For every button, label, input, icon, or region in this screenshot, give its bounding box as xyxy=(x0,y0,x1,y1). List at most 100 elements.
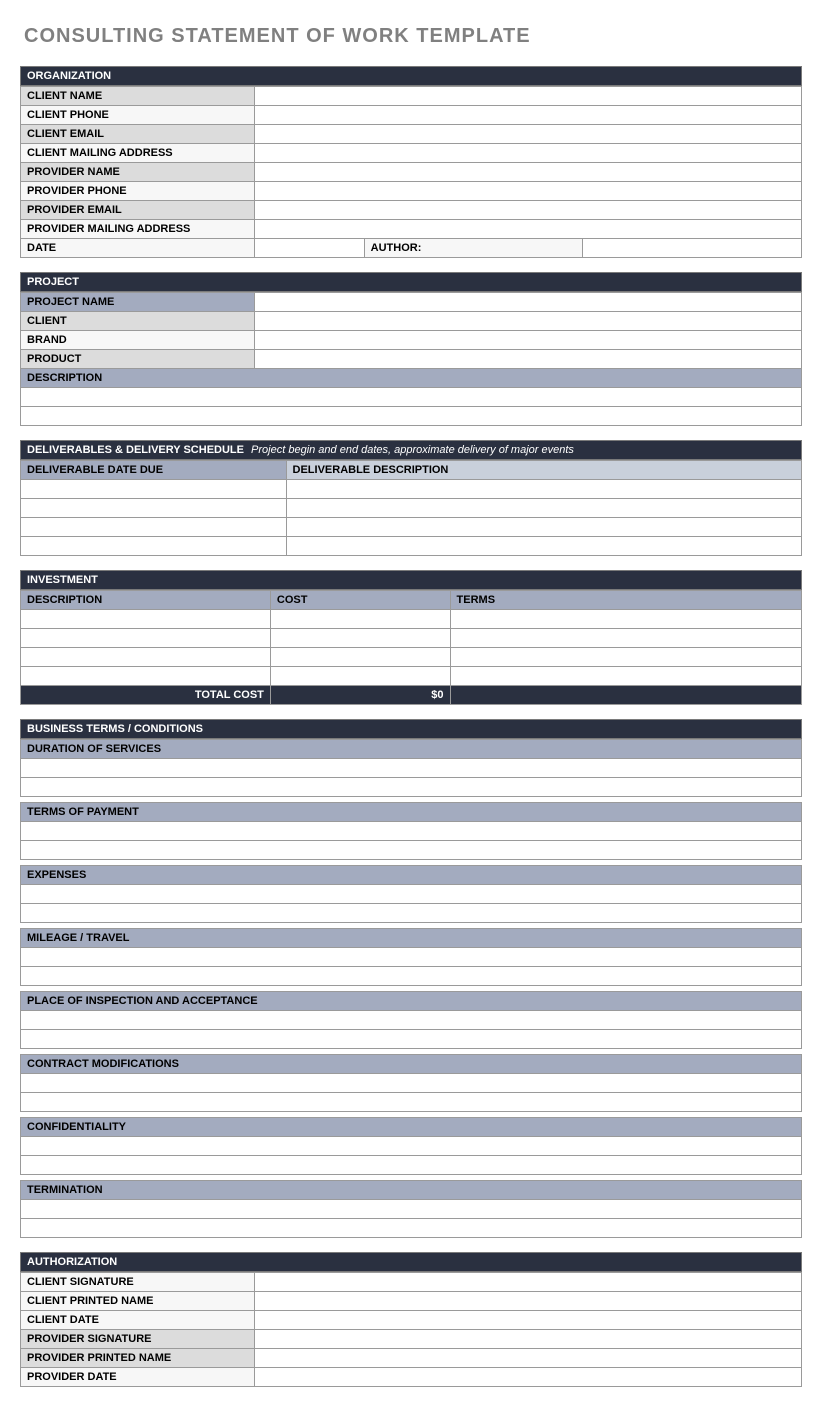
org-label: PROVIDER PHONE xyxy=(21,182,255,201)
auth-label: PROVIDER DATE xyxy=(21,1368,255,1387)
terms-item-value[interactable] xyxy=(21,759,802,778)
inv-col-desc: DESCRIPTION xyxy=(21,591,271,610)
deliv-desc-3[interactable] xyxy=(286,518,801,537)
project-value[interactable] xyxy=(255,350,802,369)
terms-item-label: MILEAGE / TRAVEL xyxy=(21,929,802,948)
org-value[interactable] xyxy=(255,106,802,125)
inv-terms-1[interactable] xyxy=(450,610,801,629)
terms-item-label: TERMINATION xyxy=(21,1181,802,1200)
terms-item-value[interactable] xyxy=(21,885,802,904)
inv-terms-4[interactable] xyxy=(450,667,801,686)
terms-item-value[interactable] xyxy=(21,1219,802,1238)
terms-item-value[interactable] xyxy=(21,904,802,923)
inv-desc-3[interactable] xyxy=(21,648,271,667)
inv-cost-3[interactable] xyxy=(270,648,450,667)
page-title: CONSULTING STATEMENT OF WORK TEMPLATE xyxy=(24,25,802,48)
date-label: DATE xyxy=(21,239,255,258)
organization-table: CLIENT NAME CLIENT PHONE CLIENT EMAIL CL… xyxy=(20,86,802,258)
inv-cost-2[interactable] xyxy=(270,629,450,648)
auth-value[interactable] xyxy=(255,1368,802,1387)
org-row: PROVIDER PHONE xyxy=(21,182,802,201)
terms-item-value[interactable] xyxy=(21,1074,802,1093)
terms-item-value[interactable] xyxy=(21,1200,802,1219)
auth-label: CLIENT DATE xyxy=(21,1311,255,1330)
project-value[interactable] xyxy=(255,331,802,350)
auth-value[interactable] xyxy=(255,1349,802,1368)
org-label: PROVIDER EMAIL xyxy=(21,201,255,220)
deliverables-header: DELIVERABLES & DELIVERY SCHEDULE Project… xyxy=(20,440,802,460)
inv-cost-1[interactable] xyxy=(270,610,450,629)
terms-item-value[interactable] xyxy=(21,967,802,986)
auth-value[interactable] xyxy=(255,1330,802,1349)
inv-desc-1[interactable] xyxy=(21,610,271,629)
investment-table: DESCRIPTION COST TERMS TOTAL COST $0 xyxy=(20,590,802,705)
terms-item-value[interactable] xyxy=(21,1137,802,1156)
deliv-date-2[interactable] xyxy=(21,499,287,518)
auth-row: CLIENT SIGNATURE xyxy=(21,1273,802,1292)
authorization-header: AUTHORIZATION xyxy=(20,1252,802,1272)
auth-value[interactable] xyxy=(255,1292,802,1311)
deliv-date-4[interactable] xyxy=(21,537,287,556)
inv-terms-2[interactable] xyxy=(450,629,801,648)
inv-terms-3[interactable] xyxy=(450,648,801,667)
author-value[interactable] xyxy=(583,239,802,258)
terms-item-value[interactable] xyxy=(21,778,802,797)
terms-item-value[interactable] xyxy=(21,841,802,860)
terms-item-line xyxy=(21,904,802,923)
auth-row: PROVIDER DATE xyxy=(21,1368,802,1387)
terms-section: BUSINESS TERMS / CONDITIONS DURATION OF … xyxy=(20,719,802,1238)
org-value[interactable] xyxy=(255,201,802,220)
terms-item-label: CONFIDENTIALITY xyxy=(21,1118,802,1137)
terms-table: DURATION OF SERVICES TERMS OF PAYMENT EX… xyxy=(20,739,802,1238)
inv-cost-4[interactable] xyxy=(270,667,450,686)
deliv-desc-2[interactable] xyxy=(286,499,801,518)
project-value[interactable] xyxy=(255,293,802,312)
org-label: CLIENT PHONE xyxy=(21,106,255,125)
org-value[interactable] xyxy=(255,220,802,239)
auth-label: CLIENT PRINTED NAME xyxy=(21,1292,255,1311)
project-label: CLIENT xyxy=(21,312,255,331)
terms-header: BUSINESS TERMS / CONDITIONS xyxy=(20,719,802,739)
auth-value[interactable] xyxy=(255,1273,802,1292)
deliv-desc-1[interactable] xyxy=(286,480,801,499)
terms-item-line xyxy=(21,1074,802,1093)
terms-item-line xyxy=(21,967,802,986)
terms-item-value[interactable] xyxy=(21,948,802,967)
project-label: PROJECT NAME xyxy=(21,293,255,312)
terms-item-line xyxy=(21,822,802,841)
deliv-date-3[interactable] xyxy=(21,518,287,537)
terms-item-line xyxy=(21,1200,802,1219)
date-value[interactable] xyxy=(255,239,364,258)
terms-item-value[interactable] xyxy=(21,1156,802,1175)
terms-item-value[interactable] xyxy=(21,1093,802,1112)
deliv-desc-4[interactable] xyxy=(286,537,801,556)
org-value[interactable] xyxy=(255,163,802,182)
org-value[interactable] xyxy=(255,182,802,201)
terms-item-value[interactable] xyxy=(21,822,802,841)
org-value[interactable] xyxy=(255,125,802,144)
org-date-row: DATE AUTHOR: xyxy=(21,239,802,258)
project-row: PROJECT NAME xyxy=(21,293,802,312)
total-cost-label: TOTAL COST xyxy=(21,686,271,705)
auth-row: CLIENT PRINTED NAME xyxy=(21,1292,802,1311)
project-section: PROJECT PROJECT NAME CLIENT BRAND PRODUC… xyxy=(20,272,802,426)
deliverables-col-desc: DELIVERABLE DESCRIPTION xyxy=(286,461,801,480)
terms-item-label: PLACE OF INSPECTION AND ACCEPTANCE xyxy=(21,992,802,1011)
org-value[interactable] xyxy=(255,144,802,163)
project-value[interactable] xyxy=(255,312,802,331)
terms-item-value[interactable] xyxy=(21,1030,802,1049)
project-description-line1[interactable] xyxy=(21,388,802,407)
terms-item-line xyxy=(21,948,802,967)
auth-value[interactable] xyxy=(255,1311,802,1330)
org-label: CLIENT NAME xyxy=(21,87,255,106)
inv-desc-4[interactable] xyxy=(21,667,271,686)
deliv-date-1[interactable] xyxy=(21,480,287,499)
terms-item-line xyxy=(21,1011,802,1030)
terms-item-value[interactable] xyxy=(21,1011,802,1030)
inv-desc-2[interactable] xyxy=(21,629,271,648)
terms-item-label: EXPENSES xyxy=(21,866,802,885)
terms-item-line xyxy=(21,841,802,860)
project-description-line2[interactable] xyxy=(21,407,802,426)
org-value[interactable] xyxy=(255,87,802,106)
total-cost-value: $0 xyxy=(270,686,450,705)
